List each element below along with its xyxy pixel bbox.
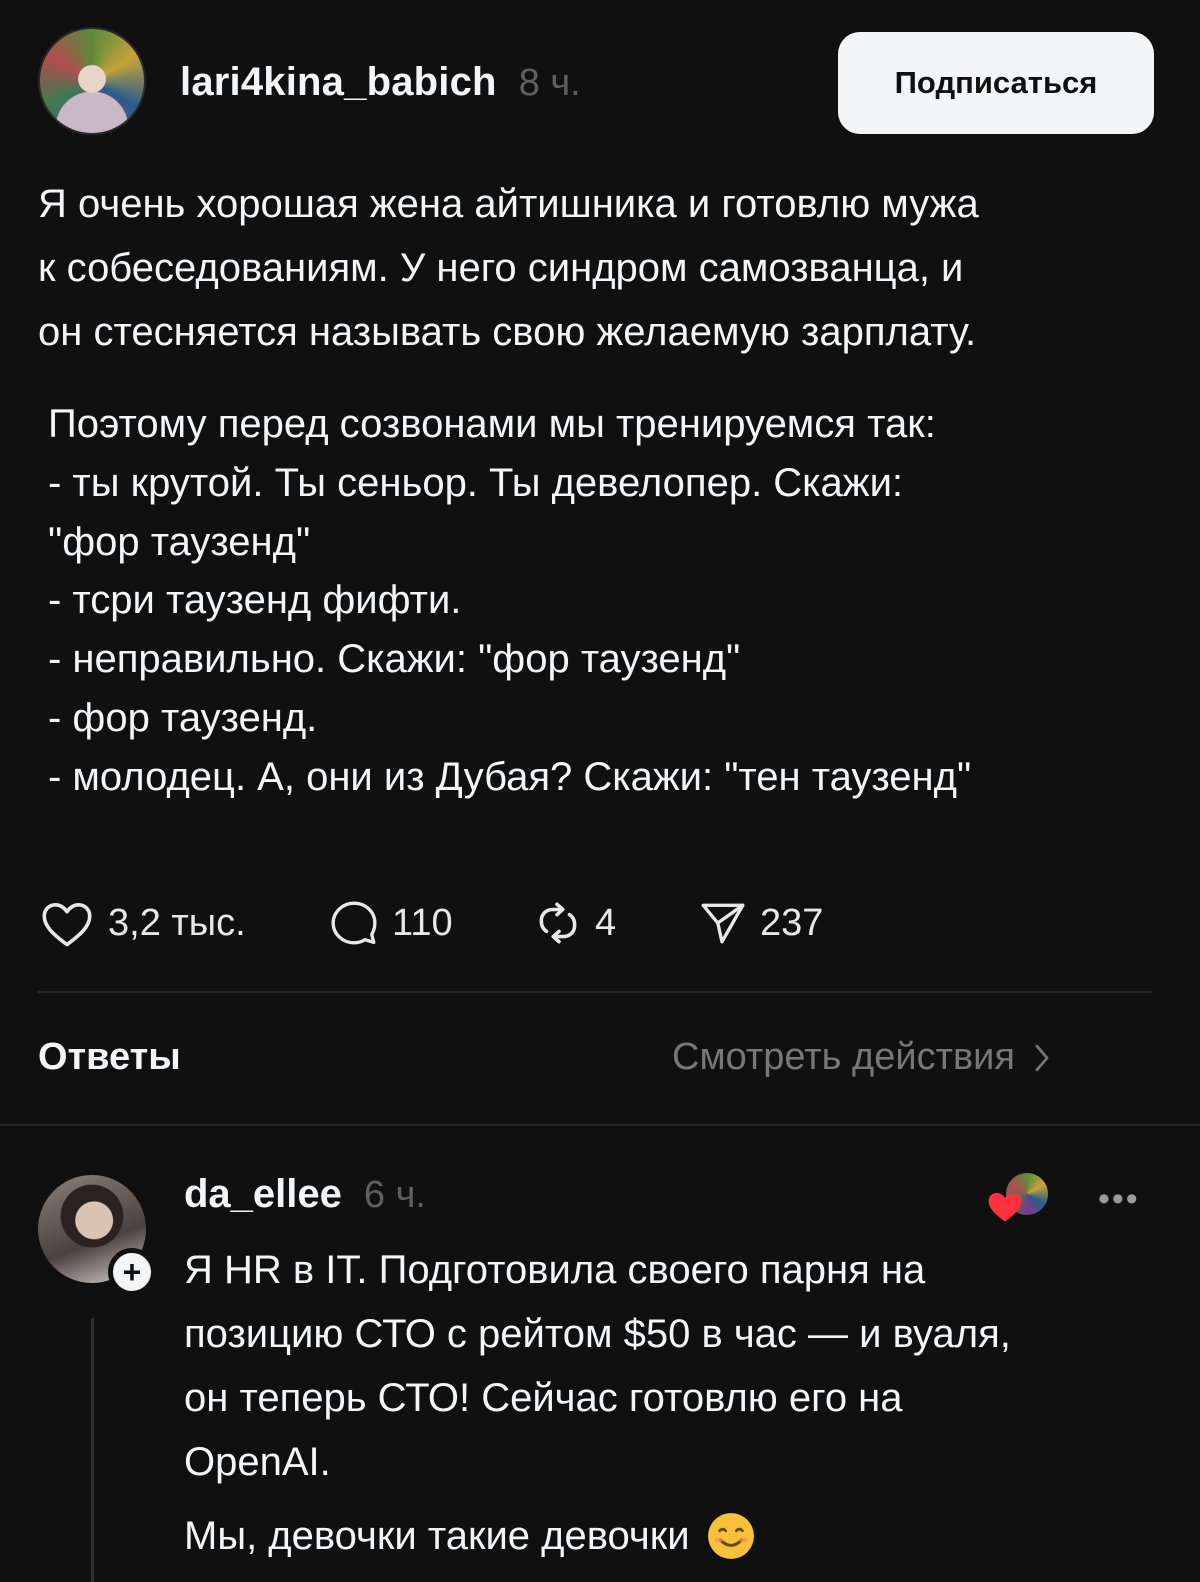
divider: [38, 991, 1152, 993]
reply-timestamp: 6 ч.: [363, 1174, 426, 1216]
post-text-line: Я очень хорошая жена айтишника и готовлю…: [38, 182, 979, 226]
post-text-line: - тсри таузенд фифти.: [48, 578, 462, 623]
share-count: 237: [760, 901, 824, 944]
red-heart-icon: [988, 1192, 1022, 1222]
reply-text-line: Я HR в IT. Подготовила своего парня на: [184, 1248, 926, 1292]
post-timestamp: 8 ч.: [518, 62, 581, 104]
post-text-line: Поэтому перед созвонами мы тренируемся т…: [48, 402, 936, 446]
repost-button[interactable]: 4: [533, 898, 616, 948]
reply-text-line: он теперь СТО! Сейчас готовлю его на: [184, 1376, 903, 1420]
post-author-meta: lari4kina_babich 8 ч.: [180, 60, 581, 105]
more-options-button[interactable]: •••: [1098, 1180, 1140, 1219]
reply-last-line: Мы, девочки такие девочки: [184, 1504, 1174, 1568]
post-text-line: - неправильно. Скажи: "фор таузенд": [48, 637, 741, 682]
thread-line: [91, 1318, 94, 1582]
divider: [0, 1124, 1200, 1126]
post-author-avatar[interactable]: [38, 27, 146, 135]
like-count: 3,2 тыс.: [108, 901, 246, 944]
view-activity-label: Смотреть действия: [672, 1036, 1015, 1078]
post-paragraph-2: Поэтому перед созвонами мы тренируемся т…: [48, 395, 1178, 807]
liked-by-author-badge: [985, 1170, 1057, 1230]
share-button[interactable]: 237: [698, 898, 823, 948]
reply-author-meta: da_ellee 6 ч.: [184, 1172, 426, 1217]
heart-outline-icon: [42, 903, 92, 947]
reply-body: Я HR в IT. Подготовила своего парня на п…: [184, 1238, 1174, 1568]
post-actions-bar: 3,2 тыс. 110 4 237: [38, 898, 938, 948]
post-text-line: - молодец. А, они из Дубая? Скажи: "тен …: [48, 754, 972, 799]
comment-count: 110: [392, 901, 453, 944]
post-author-username[interactable]: lari4kina_babich: [180, 60, 497, 105]
post-paragraph-1: Я очень хорошая жена айтишника и готовлю…: [38, 172, 1168, 364]
view-activity-link[interactable]: Смотреть действия: [672, 1036, 1051, 1079]
speech-bubble-icon: [331, 901, 377, 945]
repost-arrows-icon: [539, 902, 577, 944]
reply-text-line: позицию СТО с рейтом $50 в час — и вуаля…: [184, 1312, 1011, 1356]
paper-plane-icon: [701, 903, 745, 944]
follow-plus-button[interactable]: +: [108, 1248, 156, 1296]
post-text-line: "фор таузенд": [48, 519, 311, 564]
reply-author-username[interactable]: da_ellee: [184, 1172, 342, 1217]
reply-text-line: Мы, девочки такие девочки: [184, 1514, 690, 1558]
like-button[interactable]: 3,2 тыс.: [38, 898, 246, 948]
chevron-right-icon: [1035, 1044, 1049, 1071]
repost-count: 4: [595, 901, 617, 944]
post-text-line: он стесняется называть свою желаемую зар…: [38, 310, 977, 354]
reply-text-line: OpenAI.: [184, 1440, 331, 1484]
post-text-line: - фор таузенд.: [48, 695, 318, 740]
follow-button[interactable]: Подписаться: [838, 32, 1154, 134]
comment-button[interactable]: 110: [328, 898, 453, 948]
replies-heading: Ответы: [38, 1036, 181, 1078]
post-text-line: к собеседованиям. У него синдром самозва…: [38, 246, 964, 290]
threads-post-page: lari4kina_babich 8 ч. Подписаться Я очен…: [0, 0, 1200, 1582]
smiling-face-icon: [707, 1513, 754, 1559]
post-text-line: - ты крутой. Ты сеньор. Ты девелопер. Ск…: [48, 460, 904, 505]
